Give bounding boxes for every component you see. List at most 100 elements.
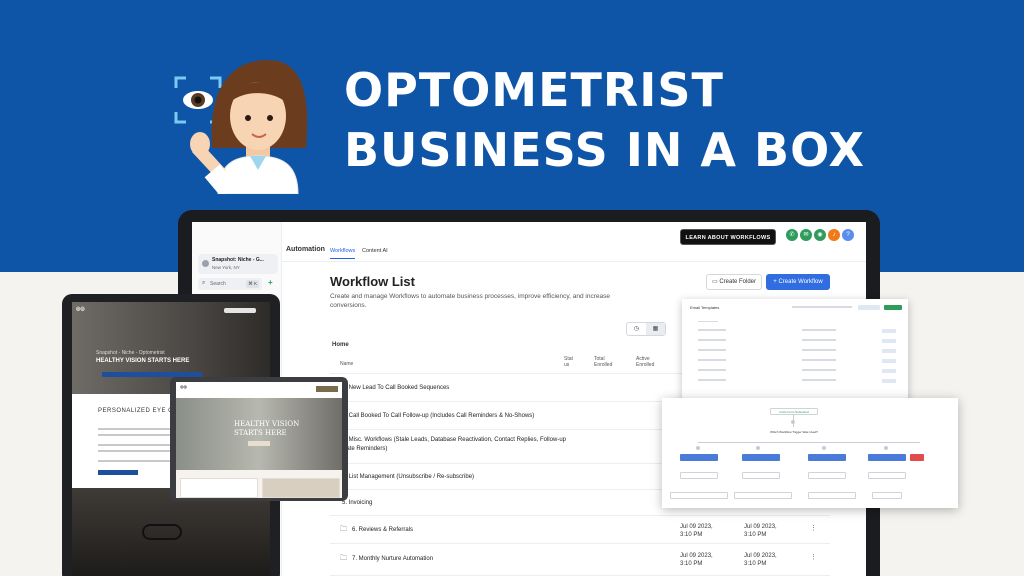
flow-dot	[822, 446, 826, 450]
action-node[interactable]	[808, 472, 846, 479]
email-templates-panel: Email Templates	[682, 299, 908, 405]
template-name	[698, 369, 726, 371]
template-action[interactable]	[882, 379, 896, 383]
template-name	[698, 329, 726, 331]
template-name	[698, 349, 726, 351]
table-row[interactable]: 🗀 7. Monthly Nurture Automation Jul 09 2…	[330, 544, 830, 576]
site-cta-button[interactable]	[316, 386, 338, 392]
panel-search[interactable]	[792, 306, 852, 308]
template-date	[802, 329, 836, 331]
more-icon[interactable]: ⋮	[810, 524, 817, 532]
tab-content-ai[interactable]: Content AI	[362, 248, 388, 254]
flow-connector	[698, 442, 920, 443]
template-name	[698, 321, 718, 322]
action-node[interactable]	[670, 492, 728, 499]
action-node[interactable]	[872, 492, 902, 499]
template-action[interactable]	[882, 339, 896, 343]
condition-node[interactable]: Which Workflow Trigger Was Used?	[766, 429, 822, 436]
site-logo: ◎◎	[180, 384, 187, 389]
branch-node-none[interactable]	[910, 454, 924, 461]
panel-title: Email Templates	[690, 305, 720, 310]
search-input[interactable]: ⌕ Search ⌘ K	[198, 278, 262, 290]
location-switcher[interactable]: Snapshot: Niche - G... New York, NY	[198, 254, 278, 274]
phone-icon[interactable]: ✆	[786, 229, 798, 241]
small-window-website: ◎◎ HEALTHY VISION STARTS HERE	[176, 382, 342, 498]
hero-button[interactable]	[248, 441, 270, 446]
folder-icon: 🗀	[340, 555, 347, 562]
location-icon	[202, 260, 209, 267]
more-icon[interactable]: ⋮	[810, 553, 817, 561]
search-shortcut: ⌘ K	[246, 280, 259, 288]
hero-title: OPTOMETRIST BUSINESS IN A BOX	[344, 60, 865, 180]
clock-icon[interactable]: ◷	[627, 323, 646, 335]
action-node[interactable]	[680, 472, 718, 479]
grid-icon[interactable]: ▦	[646, 323, 665, 335]
learn-about-workflows-button[interactable]: LEARN ABOUT WORKFLOWS	[680, 229, 776, 245]
action-node[interactable]	[734, 492, 792, 499]
row-updated: Jul 09 2023, 3:10 PM	[744, 524, 777, 538]
template-name	[698, 339, 726, 341]
table-row[interactable]: 🗀 6. Reviews & Referrals Jul 09 2023, 3:…	[330, 516, 830, 544]
glasses-image	[142, 524, 182, 540]
template-action[interactable]	[882, 359, 896, 363]
site-logo: ◎◎	[76, 306, 85, 312]
hero-headline-1: HEALTHY VISION	[234, 420, 300, 428]
help-icon[interactable]: ?	[842, 229, 854, 241]
branch-node[interactable]	[808, 454, 846, 461]
flow-dot	[791, 420, 795, 424]
panel-add-button[interactable]	[884, 305, 902, 310]
topbar: Automation Workflows Content AI LEARN AB…	[282, 222, 866, 262]
hero-title-line1: OPTOMETRIST	[344, 63, 724, 117]
site-cta-button[interactable]	[224, 308, 256, 313]
row-updated: Jul 09 2023, 3:10 PM	[744, 553, 777, 567]
branch-node[interactable]	[680, 454, 718, 461]
row-name: 5. Invoicing	[342, 500, 373, 506]
branch-node[interactable]	[868, 454, 906, 461]
action-node[interactable]	[808, 492, 856, 499]
row-name: 1. New Lead To Call Booked Sequences	[342, 385, 450, 391]
template-date	[802, 339, 836, 341]
column-name: Name	[340, 361, 354, 367]
row-name: 6. Reviews & Referrals	[352, 527, 414, 533]
content-card	[262, 478, 340, 498]
panel-button[interactable]	[858, 305, 880, 310]
plus-icon[interactable]: +	[268, 278, 273, 287]
notification-icon[interactable]: ♪	[828, 229, 840, 241]
breadcrumb[interactable]: Home	[332, 342, 349, 348]
site-header: ◎◎	[176, 382, 342, 398]
row-created: Jul 09 2023, 3:10 PM	[680, 553, 713, 567]
hero-headline: HEALTHY VISION STARTS HERE	[96, 358, 190, 364]
template-action[interactable]	[882, 329, 896, 333]
template-action[interactable]	[882, 349, 896, 353]
chat-icon[interactable]: ✉	[800, 229, 812, 241]
action-node[interactable]	[742, 472, 780, 479]
page-description: Create and manage Workflows to automate …	[330, 293, 611, 309]
branch-node[interactable]	[742, 454, 780, 461]
template-date	[802, 369, 836, 371]
column-total-enrolled: Total Enrolled	[594, 356, 613, 368]
location-name: Snapshot: Niche - G...	[212, 257, 264, 263]
create-folder-button[interactable]: ▭ Create Folder	[706, 274, 762, 290]
page-title: Workflow List	[330, 274, 415, 289]
tab-workflows[interactable]: Workflows	[330, 248, 356, 259]
template-name	[698, 359, 726, 361]
flow-dot	[756, 446, 760, 450]
section-button[interactable]	[98, 470, 138, 475]
hero-kicker: Snapshot - Niche - Optometrist	[96, 350, 165, 356]
template-date	[802, 349, 836, 351]
row-name: 7. Monthly Nurture Automation	[352, 556, 434, 562]
row-name: 4. List Management (Unsubscribe / Re-sub…	[342, 474, 475, 480]
search-placeholder: Search	[210, 281, 226, 287]
content-card	[180, 478, 258, 498]
action-node[interactable]	[868, 472, 906, 479]
template-name	[698, 379, 726, 381]
trigger-node[interactable]: Invite Form Submitted	[770, 408, 818, 415]
folder-icon: 🗀	[340, 526, 347, 533]
megaphone-icon[interactable]: ◉	[814, 229, 826, 241]
hero-title-line2: BUSINESS IN A BOX	[344, 123, 866, 177]
row-created: Jul 09 2023, 3:10 PM	[680, 524, 713, 538]
view-toggle[interactable]: ◷ ▦	[626, 322, 666, 336]
template-action[interactable]	[882, 369, 896, 373]
create-workflow-button[interactable]: + Create Workflow	[766, 274, 830, 290]
column-active-enrolled: Active Enrolled	[636, 356, 655, 368]
